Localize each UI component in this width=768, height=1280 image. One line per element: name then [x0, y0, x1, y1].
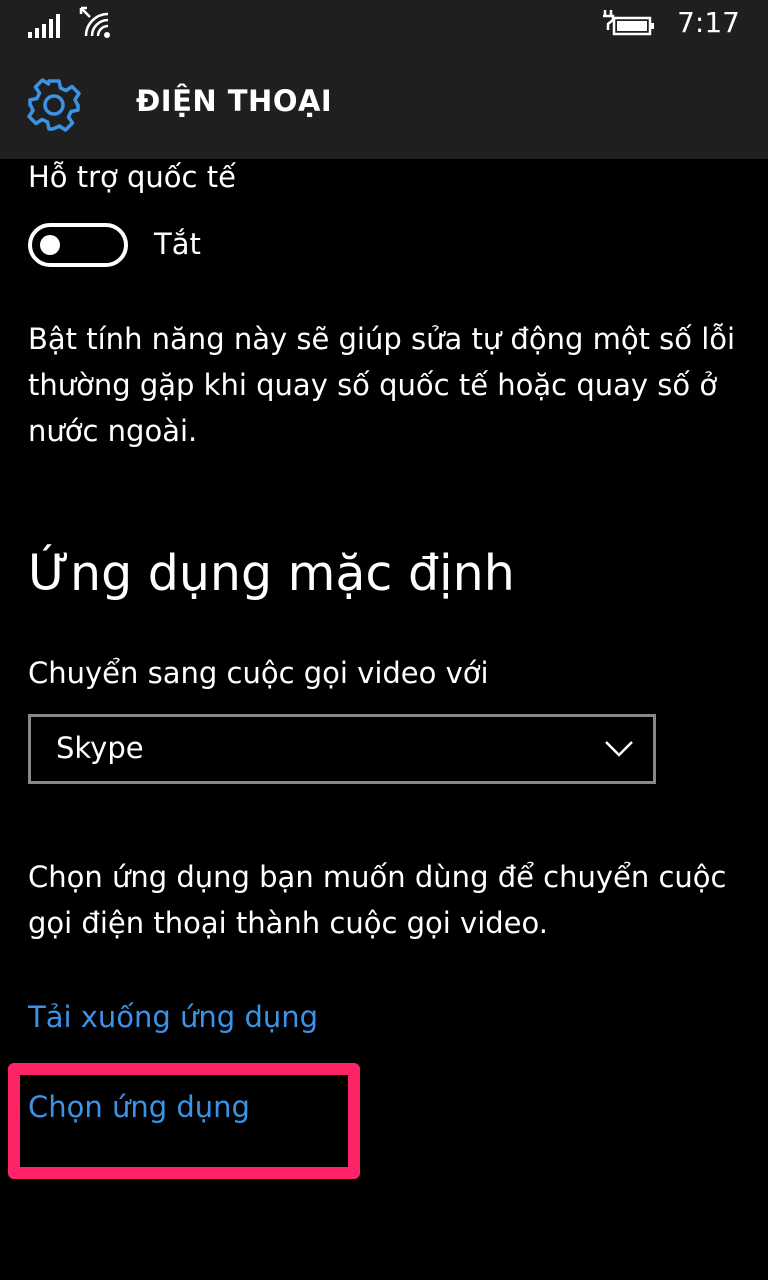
toggle-state-label: Tắt	[154, 227, 201, 261]
page-title: ĐIỆN THOẠI	[136, 84, 333, 118]
battery-charging-icon	[603, 10, 654, 36]
clock: 7:17	[677, 6, 740, 39]
chevron-down-icon	[605, 741, 633, 757]
video-app-select[interactable]: Skype	[28, 714, 656, 784]
international-support-description: Bật tính năng này sẽ giúp sửa tự động mộ…	[28, 322, 736, 448]
video-call-label: Chuyển sang cuộc gọi video với	[28, 656, 489, 690]
toggle-knob	[40, 235, 60, 255]
section-title-default-apps: Ứng dụng mặc định	[28, 545, 515, 602]
video-app-selected-value: Skype	[56, 731, 144, 765]
signal-icon	[28, 14, 60, 38]
highlight-annotation-box	[8, 1063, 360, 1179]
status-bar: 7:17	[0, 0, 768, 52]
international-support-toggle[interactable]	[28, 223, 128, 267]
international-support-label: Hỗ trợ quốc tế	[28, 160, 236, 194]
video-app-description: Chọn ứng dụng bạn muốn dùng để chuyển cu…	[28, 860, 727, 940]
wifi-icon	[79, 6, 110, 38]
download-app-link[interactable]: Tải xuống ứng dụng	[28, 1000, 318, 1034]
app-header: ĐIỆN THOẠI	[0, 52, 768, 159]
gear-icon	[27, 78, 81, 132]
